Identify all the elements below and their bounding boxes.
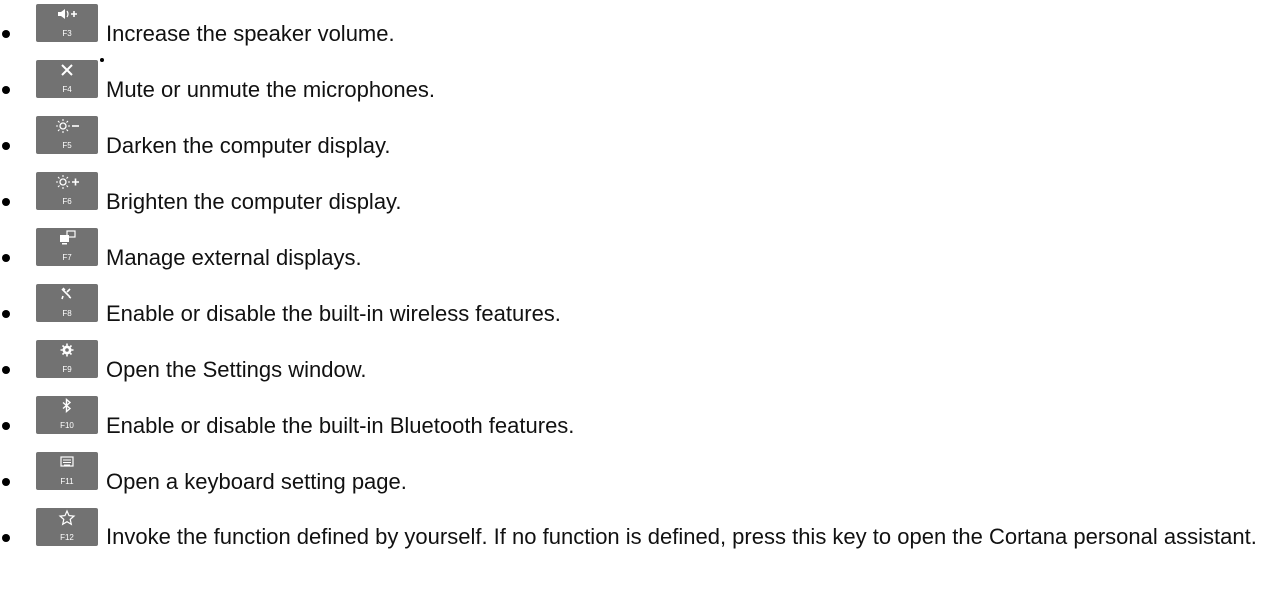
speaker-volume-up-icon: [36, 4, 98, 29]
bullet: [2, 142, 10, 150]
bullet: [2, 366, 10, 374]
settings-gear-icon: [36, 340, 98, 365]
keyboard-icon: [36, 452, 98, 477]
item-description: Open a keyboard setting page.: [106, 469, 407, 494]
item-description: Open the Settings window.: [106, 357, 367, 382]
key-label: F9: [62, 365, 72, 374]
brightness-up-icon: [36, 172, 98, 197]
bullet: [2, 310, 10, 318]
list-item-f4: F4 Mute or unmute the microphones.: [0, 56, 1273, 112]
f3-keycap: F3: [36, 4, 98, 42]
key-label: F11: [60, 477, 74, 486]
f11-keycap: F11: [36, 452, 98, 490]
list-item-f11: F11 Open a keyboard setting page.: [0, 448, 1273, 504]
f7-keycap: F7: [36, 228, 98, 266]
microphone-mute-icon: [36, 60, 98, 85]
f9-keycap: F9: [36, 340, 98, 378]
list-item-f12: F12 Invoke the function defined by yours…: [0, 504, 1273, 606]
list-item-f8: F8 Enable or disable the built-in wirele…: [0, 280, 1273, 336]
bullet: [2, 198, 10, 206]
f10-keycap: F10: [36, 396, 98, 434]
key-label: F3: [62, 29, 72, 38]
bullet: [2, 86, 10, 94]
f6-keycap: F6: [36, 172, 98, 210]
f4-keycap: F4: [36, 58, 104, 98]
list-item-f5: F5 Darken the computer display.: [0, 112, 1273, 168]
bullet: [2, 30, 10, 38]
list-item-f10: F10 Enable or disable the built-in Bluet…: [0, 392, 1273, 448]
item-description: Increase the speaker volume.: [106, 21, 395, 46]
bullet: [2, 478, 10, 486]
bullet: [2, 254, 10, 262]
key-label: F8: [62, 309, 72, 318]
external-display-icon: [36, 228, 98, 253]
key-label: F5: [62, 141, 72, 150]
list-item-f9: F9 Open the Settings window.: [0, 336, 1273, 392]
key-label: F6: [62, 197, 72, 206]
indicator-dot: [100, 58, 104, 62]
f8-keycap: F8: [36, 284, 98, 322]
bullet: [2, 422, 10, 430]
key-label: F10: [60, 421, 74, 430]
bluetooth-icon: [36, 396, 98, 421]
item-description: Mute or unmute the microphones.: [106, 77, 435, 102]
f5-keycap: F5: [36, 116, 98, 154]
list-item-f7: F7 Manage external displays.: [0, 224, 1273, 280]
item-description: Darken the computer display.: [106, 133, 391, 158]
list-item-f6: F6 Brighten the computer display.: [0, 168, 1273, 224]
key-label: F7: [62, 253, 72, 262]
brightness-down-icon: [36, 116, 98, 141]
key-label: F4: [62, 85, 72, 94]
item-description: Manage external displays.: [106, 245, 362, 270]
item-description: Invoke the function defined by yourself.…: [106, 524, 1257, 549]
item-description: Brighten the computer display.: [106, 189, 402, 214]
item-description: Enable or disable the built-in wireless …: [106, 301, 561, 326]
item-description: Enable or disable the built-in Bluetooth…: [106, 413, 575, 438]
list-item-f3: F3 Increase the speaker volume.: [0, 0, 1273, 56]
airplane-mode-icon: [36, 284, 98, 309]
